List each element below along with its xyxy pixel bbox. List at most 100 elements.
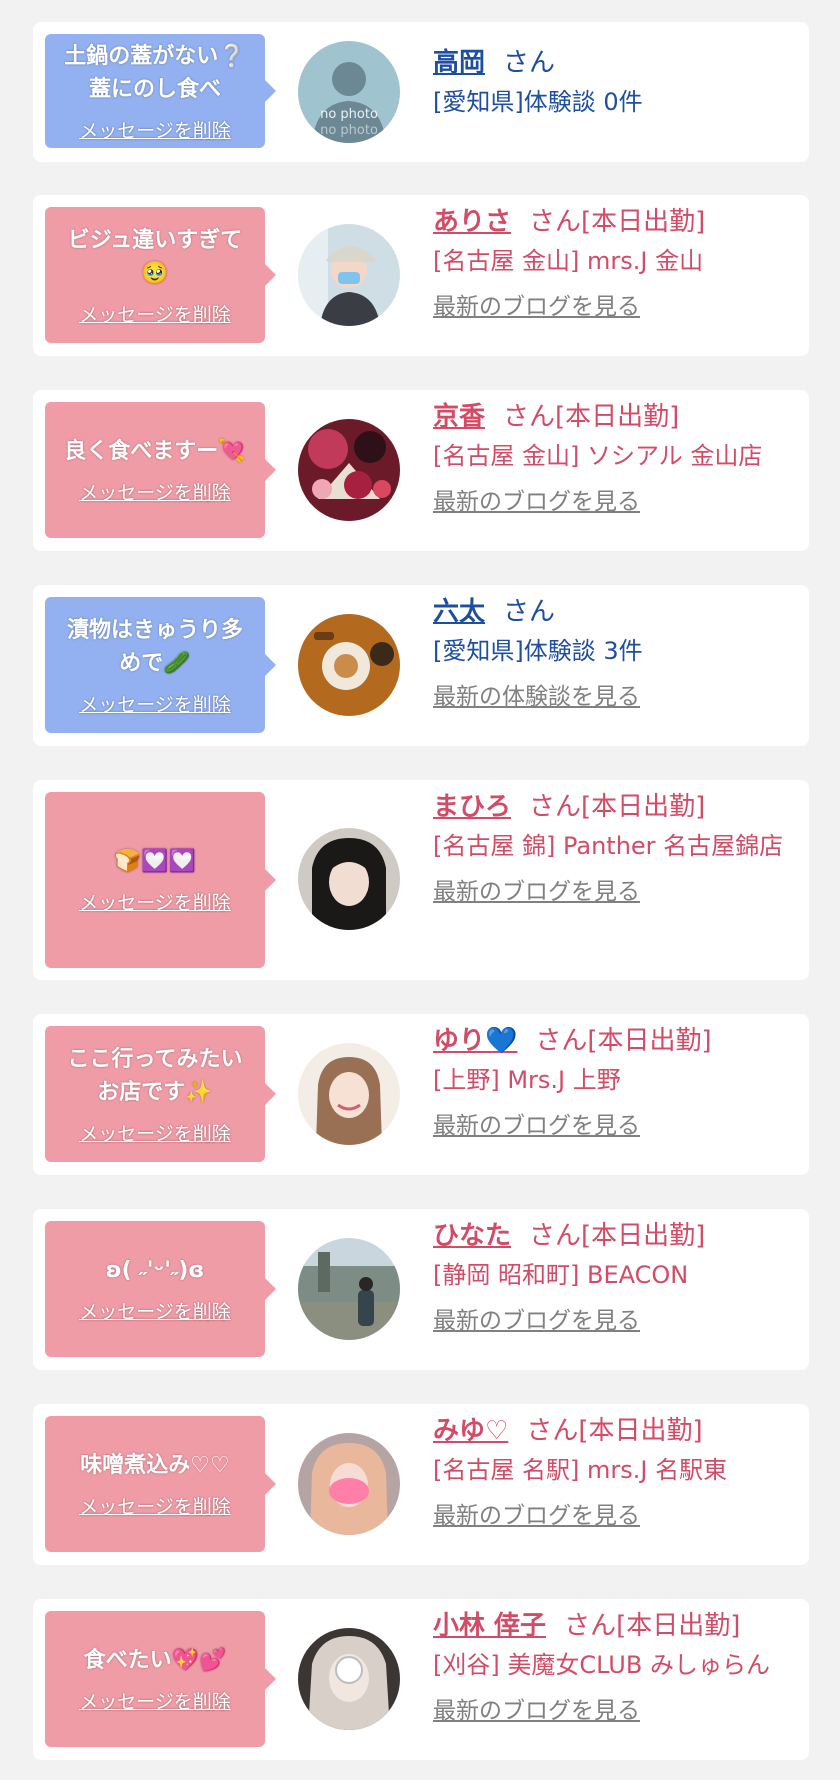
message-card: 味噌煮込み♡♡ メッセージを削除 みゆ♡ さん[本日出勤] [名古屋 名駅] mr…	[33, 1404, 809, 1565]
message-card: 食べたい💖💕 メッセージを削除 小林 倖子 さん[本日出勤] [刈谷] 美魔女CL…	[33, 1599, 809, 1760]
message-bubble: 味噌煮込み♡♡ メッセージを削除	[45, 1416, 276, 1552]
profile-info: 六太 さん [愛知県]体験談 3件 最新の体験談を見る	[433, 593, 797, 711]
profile-info: まひろ さん[本日出勤] [名古屋 錦] Panther 名古屋錦店 最新のブログ…	[433, 788, 797, 906]
message-card: ʚ( ˶'ᵕ'˶)ɞ メッセージを削除 ひなた さん[本日出勤] [静岡 昭和町]…	[33, 1209, 809, 1370]
cast-name-link[interactable]: みゆ♡	[433, 1416, 508, 1446]
latest-blog-link[interactable]: 最新のブログを見る	[433, 1496, 640, 1530]
cast-name-link[interactable]: 小林 倖子	[433, 1611, 546, 1641]
message-card: ここ行ってみたい お店です✨ メッセージを削除 ゆり💙 さん[本日出勤] [上野]…	[33, 1014, 809, 1175]
profile-info: ひなた さん[本日出勤] [静岡 昭和町] BEACON 最新のブログを見る	[433, 1217, 797, 1335]
delete-message-link[interactable]: メッセージを削除	[79, 1119, 231, 1146]
cast-name-link[interactable]: 京香	[433, 402, 485, 432]
user-detail: [愛知県]体験談 0件	[433, 88, 643, 116]
message-text: 土鍋の蓋がない❔ 蓋にのし食べ	[64, 40, 245, 106]
latest-blog-link[interactable]: 最新のブログを見る	[433, 1301, 640, 1335]
no-photo-caption: no photo	[320, 107, 378, 122]
honorific-shift: さん[本日出勤]	[526, 1416, 703, 1446]
cast-name-link[interactable]: ありさ	[433, 207, 511, 237]
message-card: 土鍋の蓋がない❔ 蓋にのし食べ メッセージを削除 no photo no pho…	[33, 22, 809, 162]
shop-detail: [名古屋 名駅] mrs.J 名駅東	[433, 1456, 728, 1484]
shop-detail: [静岡 昭和町] BEACON	[433, 1261, 689, 1289]
pink-mask-avatar[interactable]	[298, 1433, 400, 1535]
no-photo-caption-echo: no photo	[320, 123, 378, 138]
message-text: 漬物はきゅうり多 めで🥒	[67, 614, 243, 680]
message-line: 蓋にのし食べ	[88, 76, 221, 102]
latest-blog-link[interactable]: 最新のブログを見る	[433, 1106, 640, 1140]
cast-name-link[interactable]: ひなた	[433, 1221, 511, 1251]
message-bubble: 良く食べますー💘 メッセージを削除	[45, 402, 276, 538]
cast-name-link[interactable]: まひろ	[433, 792, 511, 822]
message-card: ビジュ違いすぎて 🥹 メッセージを削除 ありさ さん[本日出勤] [名古屋 金山]…	[33, 195, 809, 356]
honorific-shift: さん[本日出勤]	[529, 792, 706, 822]
profile-info: みゆ♡ さん[本日出勤] [名古屋 名駅] mrs.J 名駅東 最新のブログを見る	[433, 1412, 797, 1530]
cast-name: ゆり	[433, 1026, 486, 1056]
honorific: さん	[503, 597, 556, 627]
honorific-shift: さん[本日出勤]	[529, 1221, 706, 1251]
delete-message-link[interactable]: メッセージを削除	[79, 1687, 231, 1714]
delete-message-link[interactable]: メッセージを削除	[79, 1492, 231, 1519]
message-text: 🍞💟💟	[114, 845, 196, 878]
honorific-shift: さん[本日出勤]	[564, 1611, 741, 1641]
shop-detail: [刈谷] 美魔女CLUB みしゅらん	[433, 1651, 770, 1679]
delete-message-link[interactable]: メッセージを削除	[79, 690, 231, 717]
honorific-shift: さん[本日出勤]	[503, 402, 680, 432]
honorific-shift: さん[本日出勤]	[535, 1026, 712, 1056]
message-line: 土鍋の蓋がない❔	[64, 43, 246, 69]
shop-detail: [名古屋 錦] Panther 名古屋錦店	[433, 832, 784, 860]
message-line: お店です✨	[97, 1079, 213, 1105]
honorific: さん	[503, 48, 556, 78]
delete-message-link[interactable]: メッセージを削除	[79, 300, 231, 327]
message-bubble: 漬物はきゅうり多 めで🥒 メッセージを削除	[45, 597, 276, 733]
profile-info: ありさ さん[本日出勤] [名古屋 金山] mrs.J 金山 最新のブログを見る	[433, 203, 797, 321]
cap-mask-avatar[interactable]	[298, 224, 400, 326]
latest-review-link[interactable]: 最新の体験談を見る	[433, 677, 640, 711]
profile-info: 小林 倖子 さん[本日出勤] [刈谷] 美魔女CLUB みしゅらん 最新のブログを…	[433, 1607, 797, 1725]
message-text: ビジュ違いすぎて 🥹	[68, 224, 242, 290]
user-name-link[interactable]: 高岡	[433, 48, 485, 78]
latest-blog-link[interactable]: 最新のブログを見る	[433, 1691, 640, 1725]
message-bubble: 🍞💟💟 メッセージを削除	[45, 792, 276, 968]
message-card: 良く食べますー💘 メッセージを削除 京香 さん[本日出勤] [名古屋 金山] ソシ…	[33, 390, 809, 551]
shop-detail: [名古屋 金山] ソシアル 金山店	[433, 442, 763, 470]
message-bubble: 土鍋の蓋がない❔ 蓋にのし食べ メッセージを削除	[45, 34, 276, 148]
delete-message-link[interactable]: メッセージを削除	[79, 1297, 231, 1324]
latest-blog-link[interactable]: 最新のブログを見る	[433, 287, 640, 321]
shop-detail: [上野] Mrs.J 上野	[433, 1066, 621, 1094]
bangs-girl-avatar[interactable]	[298, 828, 400, 930]
message-line: ʚ( ˶'ᵕ'˶)ɞ	[105, 1258, 205, 1283]
kimono-fan-avatar[interactable]	[298, 419, 400, 521]
street-photo-avatar[interactable]	[298, 1238, 400, 1340]
user-name-link[interactable]: 六太	[433, 597, 485, 627]
message-line: 漬物はきゅうり多	[66, 617, 243, 643]
message-bubble: ここ行ってみたい お店です✨ メッセージを削除	[45, 1026, 276, 1162]
message-bubble: ビジュ違いすぎて 🥹 メッセージを削除	[45, 207, 276, 343]
message-card: 漬物はきゅうり多 めで🥒 メッセージを削除 六太 さん [愛知県]体験談 3件 最…	[33, 585, 809, 746]
cast-name-link[interactable]: ゆり💙	[433, 1026, 517, 1056]
message-bubble: 食べたい💖💕 メッセージを削除	[45, 1611, 276, 1747]
delete-message-link[interactable]: メッセージを削除	[79, 116, 231, 143]
latest-blog-link[interactable]: 最新のブログを見る	[433, 482, 640, 516]
message-line: 味噌煮込み♡♡	[80, 1453, 230, 1478]
message-line: ビジュ違いすぎて	[67, 227, 243, 253]
message-line: めで🥒	[119, 650, 191, 676]
profile-info: 高岡 さん [愛知県]体験談 0件	[433, 44, 797, 122]
shop-detail: [名古屋 金山] mrs.J 金山	[433, 247, 704, 275]
delete-message-link[interactable]: メッセージを削除	[79, 888, 231, 915]
profile-info: ゆり💙 さん[本日出勤] [上野] Mrs.J 上野 最新のブログを見る	[433, 1022, 797, 1140]
delete-message-link[interactable]: メッセージを削除	[79, 478, 231, 505]
message-card: 🍞💟💟 メッセージを削除 まひろ さん[本日出勤] [名古屋 錦] Panther…	[33, 780, 809, 980]
message-text: 良く食べますー💘	[64, 435, 245, 468]
message-text: ここ行ってみたい お店です✨	[68, 1043, 243, 1109]
message-text: ʚ( ˶'ᵕ'˶)ɞ	[106, 1254, 205, 1287]
no-photo-avatar[interactable]: no photo no photo	[298, 41, 400, 143]
blue-heart-icon: 💙	[485, 1026, 518, 1056]
profile-info: 京香 さん[本日出勤] [名古屋 金山] ソシアル 金山店 最新のブログを見る	[433, 398, 797, 516]
blurred-face-avatar[interactable]	[298, 1628, 400, 1730]
message-text: 食べたい💖💕	[84, 1644, 227, 1677]
latest-blog-link[interactable]: 最新のブログを見る	[433, 872, 640, 906]
food-table-avatar[interactable]	[298, 614, 400, 716]
message-line: 🍞💟💟	[113, 849, 197, 874]
message-line: 良く食べますー💘	[64, 439, 246, 464]
user-detail: [愛知県]体験談 3件	[433, 637, 643, 665]
smiling-girl-avatar[interactable]	[298, 1043, 400, 1145]
